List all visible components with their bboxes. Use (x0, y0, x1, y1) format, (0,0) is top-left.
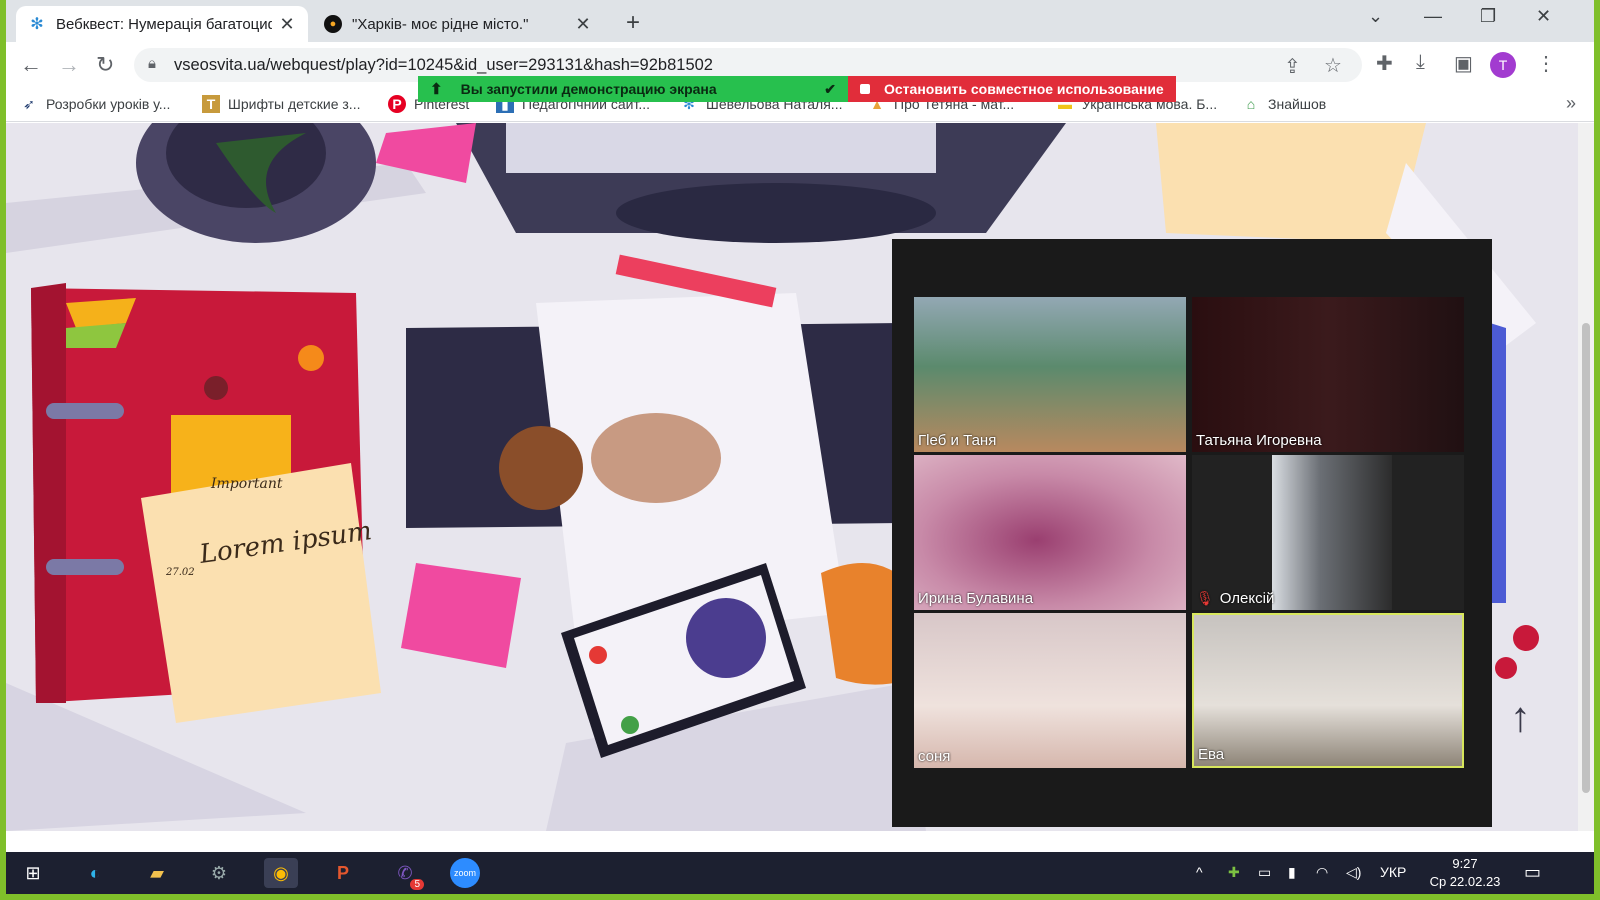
scrollbar-thumb[interactable] (1582, 323, 1590, 793)
back-icon[interactable]: ← (20, 52, 42, 78)
system-clock[interactable]: 9:27 Ср 22.02.23 (1420, 855, 1510, 891)
wifi-icon[interactable]: ◠ (1316, 864, 1328, 881)
share-arrow-icon: ⬆ (430, 81, 443, 98)
zoom-app-icon[interactable]: zoom (450, 858, 480, 888)
file-explorer-icon[interactable]: ▰ (140, 858, 174, 888)
windows-start-icon[interactable]: ⊞ (16, 858, 50, 888)
powerpoint-icon[interactable]: P (326, 858, 360, 888)
forward-icon[interactable]: → (58, 52, 80, 78)
language-indicator[interactable]: УКР (1380, 864, 1406, 880)
video-frame (1272, 455, 1392, 610)
stop-square-icon (860, 84, 870, 94)
bookmark-label: Шрифты детские з... (228, 96, 361, 112)
tab-webquest[interactable]: ✻ Вебквест: Нумерація багатоциф ✕ (16, 6, 308, 42)
participant-name: соня (918, 748, 951, 765)
webquest-page: Important Lorem ipsum 27.02 ↑ Гleб и Тан… (6, 123, 1594, 831)
clock-time: 9:27 (1452, 856, 1478, 871)
share-status-text: Вы запустили демонстрацию экрана (460, 81, 717, 97)
participant-tile[interactable]: Татьяна Игоревна (1192, 297, 1464, 452)
settings-icon[interactable]: ⚙ (202, 858, 236, 888)
participant-name-row: 🎙︎ Олексій (1196, 590, 1274, 607)
close-tab-icon[interactable]: ✕ (574, 14, 592, 35)
participant-tile-active-speaker[interactable]: Ева (1192, 613, 1464, 768)
participant-name: Гleб и Таня (918, 432, 997, 449)
participant-name: Ирина Булавина (918, 590, 1034, 607)
participant-tile[interactable]: Ирина Булавина (914, 455, 1186, 610)
tray-app-icon[interactable]: ✚ (1228, 864, 1240, 881)
mic-muted-icon: 🎙︎ (1196, 590, 1214, 606)
stop-sharing-button[interactable]: Остановить совместное использование (848, 76, 1176, 102)
tab-title: Вебквест: Нумерація багатоциф (56, 15, 272, 33)
participant-name: Олексій (1219, 590, 1275, 607)
side-panel-icon[interactable]: ▣ (1454, 51, 1473, 76)
more-bookmarks-icon[interactable]: » (1566, 93, 1576, 114)
volume-icon[interactable]: ◁) (1346, 864, 1361, 881)
battery-icon[interactable]: ▭ (1258, 864, 1271, 881)
tab-kharkiv[interactable]: ● "Харків- моє рідне місто." ✕ (312, 6, 604, 42)
font-icon: T (202, 95, 220, 113)
found-icon: ⌂ (1246, 96, 1256, 112)
clock-date: Ср 22.02.23 (1429, 874, 1501, 889)
scroll-to-top-arrow-icon[interactable]: ↑ (1510, 693, 1531, 741)
zoom-gallery-panel[interactable]: Гleб и Таня Татьяна Игоревна Ирина Булав… (892, 239, 1492, 827)
minimize-icon[interactable]: — (1424, 6, 1442, 27)
bookmark-star-icon[interactable]: ☆ (1324, 53, 1342, 78)
profile-avatar[interactable]: T (1490, 52, 1516, 78)
restore-icon[interactable]: ❐ (1480, 6, 1496, 27)
edge-icon[interactable]: ◐ (78, 858, 112, 888)
extensions-icon[interactable]: ✚ (1376, 51, 1393, 76)
bookmark-item[interactable]: ⌂ Знайшов (1242, 95, 1326, 113)
site-favicon-icon: ● (324, 15, 342, 33)
browser-tab-strip: ✻ Вебквест: Нумерація багатоциф ✕ ● "Хар… (6, 0, 1594, 42)
bookmark-label: Розробки уроків у... (46, 96, 171, 112)
menu-kebab-icon[interactable]: ⋮ (1536, 51, 1556, 76)
viber-icon[interactable]: ✆ 5 (388, 858, 424, 890)
share-page-icon[interactable]: ⇪ (1284, 54, 1301, 79)
screen: ✻ Вебквест: Нумерація багатоциф ✕ ● "Хар… (6, 0, 1594, 894)
participant-tile[interactable]: Гleб и Таня (914, 297, 1186, 452)
notifications-icon[interactable]: ▭ (1524, 862, 1541, 883)
participant-tile[interactable]: соня (914, 613, 1186, 768)
participant-name: Татьяна Игоревна (1196, 432, 1322, 449)
reload-icon[interactable]: ↻ (96, 52, 114, 78)
pinterest-icon: P (388, 95, 406, 113)
download-icon[interactable]: ⤓ (1416, 51, 1425, 74)
new-tab-icon[interactable]: + (626, 9, 640, 37)
viber-badge: 5 (410, 879, 424, 890)
note-date: 27.02 (165, 567, 195, 578)
tab-title: "Харків- моє рідне місто." (352, 15, 529, 33)
show-hidden-icons-chevron-icon[interactable]: ^ (1196, 864, 1203, 880)
bird-icon: ➶ (23, 95, 35, 112)
close-tab-icon[interactable]: ✕ (278, 14, 296, 35)
shield-check-icon: ✔ (824, 80, 836, 97)
tab-search-chevron-icon[interactable]: ⌄ (1368, 6, 1383, 27)
bookmark-label: Знайшов (1268, 96, 1327, 112)
close-window-icon[interactable]: ✕ (1536, 6, 1551, 27)
note-heading: Important (210, 476, 283, 492)
bookmark-item[interactable]: ➶ Розробки уроків у... (20, 95, 170, 113)
screen-share-status-bar: ⬆ Вы запустили демонстрацию экрана ✔ (418, 76, 848, 102)
windows-taskbar: ⊞ ◐ ▰ ⚙ ◉ P ✆ 5 zoom ^ ✚ ▭ ▮ ◠ ◁) УКР 9:… (6, 852, 1594, 894)
chrome-icon[interactable]: ◉ (264, 858, 298, 888)
participant-tile[interactable]: 🎙︎ Олексій (1192, 455, 1464, 610)
snowflake-icon: ✻ (30, 16, 44, 33)
page-scrollbar[interactable] (1578, 123, 1594, 831)
microphone-icon[interactable]: ▮ (1288, 864, 1296, 881)
participant-name: Ева (1198, 746, 1225, 763)
stop-sharing-label: Остановить совместное использование (884, 81, 1164, 97)
bookmark-item[interactable]: T Шрифты детские з... (202, 95, 360, 113)
url-text[interactable]: vseosvita.ua/webquest/play?id=10245&id_u… (174, 56, 713, 75)
lock-icon[interactable]: 🔒︎ (148, 55, 156, 72)
